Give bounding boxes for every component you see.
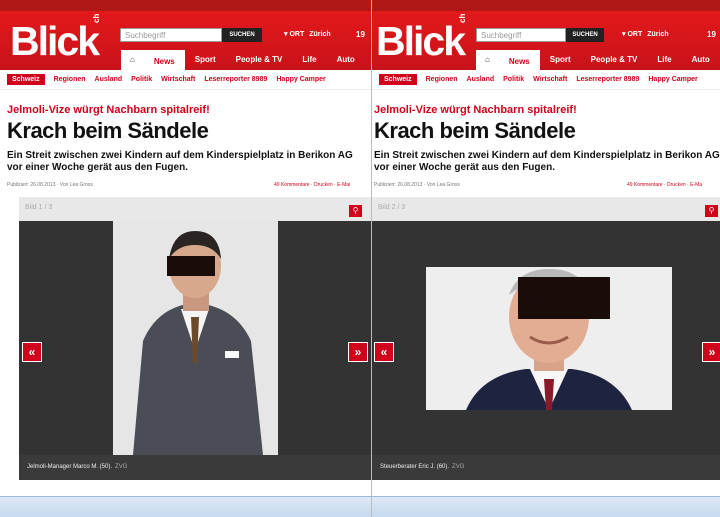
lead-line-2: vor einer Woche gerät aus den Fugen. [374,162,555,173]
subnav-happy-camper[interactable]: Happy Camper [648,76,697,83]
nav-people-tv[interactable]: People & TV [581,50,648,70]
blick-logo[interactable]: Blick [376,21,466,62]
location-value: Zürich [647,31,669,38]
lead-line-2: vor einer Woche gerät aus den Fugen. [7,162,188,173]
browser-panel-left: Blick ch Suchbegriff SUCHEN ▾ ORT Zürich… [0,0,371,517]
gallery-prev-button[interactable]: « [374,342,394,362]
zoom-button[interactable]: ⚲ [349,205,362,217]
nav-news[interactable]: News [143,50,185,70]
gallery-counter: Bild 1 / 3 [25,204,53,211]
article-kicker: Jelmoli-Vize würgt Nachbarn spitalreif! [374,104,577,116]
home-icon: ⌂ [485,55,490,64]
lead-line-1: Ein Streit zwischen zwei Kindern auf dem… [7,150,353,161]
subnav-schweiz[interactable]: Schweiz [7,74,45,85]
taskbar [372,496,720,517]
image-gallery: Bild 2 / 3 ⚲ « » Steuerberater Eric J. (… [372,197,720,480]
caption-source: ZVG [115,464,128,470]
censor-bar [518,277,610,319]
gallery-photo [113,221,278,455]
nav-sport[interactable]: Sport [540,50,581,70]
location-value: Zürich [309,31,331,38]
subnav-happy-camper[interactable]: Happy Camper [276,76,325,83]
gallery-photo [426,267,672,410]
gallery-next-button[interactable]: » [348,342,368,362]
site-header: Blick ch Suchbegriff SUCHEN ▾ ORT Zürich… [372,11,720,70]
logo-tld: ch [458,13,467,23]
nav-news[interactable]: News [498,50,540,70]
search-button[interactable]: SUCHEN [566,28,604,42]
nav-life[interactable]: Life [647,50,681,70]
nav-people-tv[interactable]: People & TV [226,50,293,70]
gallery-next-button[interactable]: » [702,342,720,362]
gallery-counter: Bild 2 / 3 [378,204,406,211]
search-button[interactable]: SUCHEN [222,28,262,42]
article-lead: Ein Streit zwischen zwei Kindern auf dem… [7,150,353,174]
subnav-wirtschaft[interactable]: Wirtschaft [533,76,567,83]
nav-home[interactable]: ⌂ [121,50,144,70]
sub-nav: Schweiz Regionen Ausland Politik Wirtsch… [0,70,371,90]
image-gallery: Bild 1 / 3 ⚲ « » Jelmoli-Manager Marco M… [19,197,371,480]
gallery-toolbar: Bild 2 / 3 ⚲ [372,197,720,221]
nav-sport[interactable]: Sport [185,50,226,70]
location-label: ORT [289,31,305,38]
article-meta: Publiziert: 26.08.2013 · Von Lea Gross [7,182,93,188]
home-icon: ⌂ [130,55,135,64]
main-nav: ⌂ News Sport People & TV Life Auto [476,50,720,70]
gallery-caption: Jelmoli-Manager Marco M. (50). ZVG [27,464,127,470]
gallery-caption: Steuerberater Eric J. (60). ZVG [380,464,464,470]
article-meta: Publiziert: 26.08.2013 · Von Lea Gross [374,182,460,188]
search-input[interactable]: Suchbegriff [120,28,222,42]
screenshot-stage: Blick ch Suchbegriff SUCHEN ▾ ORT Zürich… [0,0,720,517]
taskbar [0,496,371,517]
subnav-leserreporter[interactable]: Leserreporter 8989 [204,76,267,83]
sub-nav: Schweiz Regionen Ausland Politik Wirtsch… [372,70,720,90]
search-input[interactable]: Suchbegriff [476,28,566,42]
subnav-schweiz[interactable]: Schweiz [379,74,417,85]
top-strip [0,0,371,11]
subnav-regionen[interactable]: Regionen [54,76,86,83]
subnav-ausland[interactable]: Ausland [95,76,123,83]
article-actions[interactable]: 49 Kommentare · Drucken · E-Mai [274,182,350,188]
nav-auto[interactable]: Auto [327,50,365,70]
subnav-politik[interactable]: Politik [503,76,524,83]
article-kicker: Jelmoli-Vize würgt Nachbarn spitalreif! [7,104,210,116]
subnav-politik[interactable]: Politik [131,76,152,83]
temperature: 19 [707,30,716,39]
top-strip [372,0,720,11]
article-headline: Krach beim Sändele [374,118,576,143]
subnav-wirtschaft[interactable]: Wirtschaft [161,76,195,83]
temperature: 19 [356,30,365,39]
browser-panel-right: Blick ch Suchbegriff SUCHEN ▾ ORT Zürich… [372,0,720,517]
subnav-ausland[interactable]: Ausland [467,76,495,83]
article-actions[interactable]: 49 Kommentare · Drucken · E-Ma [627,182,702,188]
article-headline: Krach beim Sändele [7,118,209,143]
article-lead: Ein Streit zwischen zwei Kindern auf dem… [374,150,720,174]
location-label: ORT [627,31,643,38]
blick-logo[interactable]: Blick [10,21,100,62]
location-selector[interactable]: ▾ ORT Zürich [622,30,669,38]
gallery-prev-button[interactable]: « [22,342,42,362]
caption-source: ZVG [452,464,465,470]
location-selector[interactable]: ▾ ORT Zürich [284,30,331,38]
search-icon: ⚲ [352,206,359,215]
nav-auto[interactable]: Auto [682,50,720,70]
search-icon: ⚲ [708,206,715,215]
caption-text: Steuerberater Eric J. (60). [380,464,450,470]
logo-tld: ch [92,13,101,23]
subnav-leserreporter[interactable]: Leserreporter 8989 [576,76,639,83]
main-nav: ⌂ News Sport People & TV Life Auto [121,50,365,70]
nav-life[interactable]: Life [292,50,326,70]
site-header: Blick ch Suchbegriff SUCHEN ▾ ORT Zürich… [0,11,371,70]
zoom-button[interactable]: ⚲ [705,205,718,217]
subnav-regionen[interactable]: Regionen [426,76,458,83]
nav-home[interactable]: ⌂ [476,50,499,70]
censor-bar [167,256,215,276]
gallery-toolbar: Bild 1 / 3 ⚲ [19,197,371,221]
lead-line-1: Ein Streit zwischen zwei Kindern auf dem… [374,150,720,161]
caption-text: Jelmoli-Manager Marco M. (50). [27,464,113,470]
